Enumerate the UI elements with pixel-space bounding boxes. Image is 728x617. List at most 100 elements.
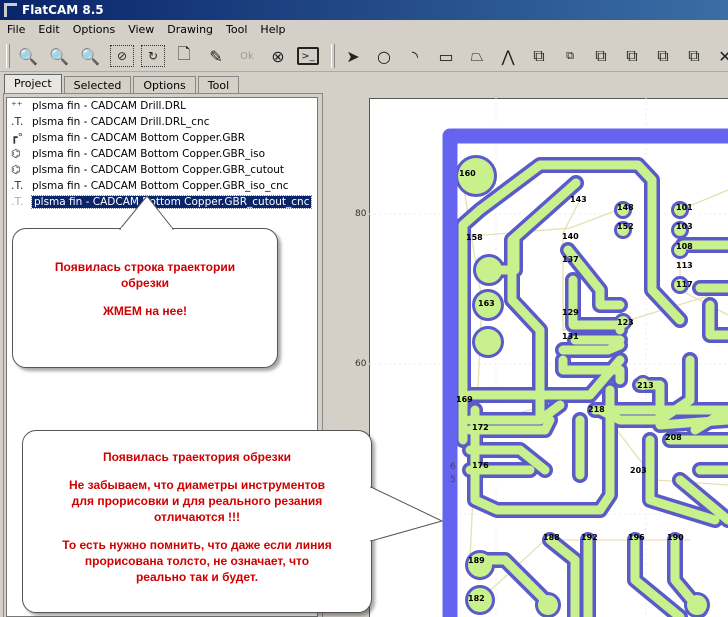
- callout-text: для прорисовки и для реального резания: [71, 494, 323, 508]
- menu-drawing[interactable]: Drawing: [160, 21, 219, 39]
- copy-icon[interactable]: ⧉: [558, 45, 582, 67]
- pad-label: 203: [630, 466, 647, 475]
- pad-label: 218: [588, 405, 605, 414]
- pad-label: 117: [676, 280, 693, 289]
- pad-label: 143: [570, 195, 587, 204]
- pad-label: 182: [468, 594, 485, 603]
- callout-cutout-path: Появилась траектория обрезки Не забываем…: [22, 430, 372, 613]
- callout-text: Появилась строка траектории: [54, 260, 236, 274]
- pad-label: 213: [637, 381, 654, 390]
- zoom-fit-icon[interactable]: 🔍: [16, 45, 40, 67]
- geometry-icon: ⌬: [11, 163, 21, 176]
- pad-label: 176: [472, 461, 489, 470]
- app-logo-icon: [4, 3, 17, 17]
- edit-geometry-icon[interactable]: ✎: [204, 45, 228, 67]
- zoom-out-icon[interactable]: 🔍: [47, 45, 71, 67]
- y-tick-label: 60: [355, 359, 367, 369]
- pad-label: 152: [617, 222, 634, 231]
- clear-plot-icon[interactable]: ⊘: [110, 45, 134, 67]
- callout-text: обрезки: [120, 276, 170, 290]
- cut-icon[interactable]: ⧉: [682, 45, 706, 67]
- list-item[interactable]: ⌬ plsma fin - CADCAM Bottom Copper.GBR_cu…: [7, 162, 317, 178]
- pad-label: 148: [617, 203, 634, 212]
- callout-text: Появилась траектория обрезки: [103, 450, 291, 464]
- arc-icon[interactable]: ◝: [403, 45, 427, 67]
- y-tick-label: 80: [355, 209, 367, 219]
- notebook-tabs: Project Selected Options Tool: [4, 74, 241, 93]
- tab-tool[interactable]: Tool: [197, 76, 240, 93]
- replot-icon[interactable]: ↻: [141, 45, 165, 67]
- pad-label: 113: [676, 261, 693, 270]
- toolbar: 🔍 🔍 🔍 ⊘ ↻ 🗋 ✎ Ok ⊗ >_ ➤ ○ ◝ ▭ ⏢ ⋀ ⧉ ⧉ ⧉ …: [0, 40, 728, 72]
- delete-shape-icon[interactable]: ✕: [713, 45, 728, 67]
- pad-label: 189: [468, 556, 485, 565]
- list-item[interactable]: .T. plsma fin - CADCAM Drill.DRL_cnc: [7, 114, 317, 130]
- pad-label: 103: [676, 222, 693, 231]
- tab-project[interactable]: Project: [4, 74, 62, 93]
- geometry-icon: ⌬: [11, 147, 21, 160]
- subtract-icon[interactable]: ⧉: [651, 45, 675, 67]
- menu-view[interactable]: View: [121, 21, 160, 39]
- list-item[interactable]: ⌬ plsma fin - CADCAM Bottom Copper.GBR_is…: [7, 146, 317, 162]
- callout-text: Не забываем, что диаметры инструментов: [68, 478, 326, 492]
- pad-label: 123: [617, 318, 634, 327]
- union-icon[interactable]: ⧉: [589, 45, 613, 67]
- new-project-icon[interactable]: 🗋: [172, 44, 196, 67]
- pad-label: 188: [543, 533, 560, 542]
- callout-text: То есть нужно помнить, что даже если лин…: [62, 538, 332, 552]
- pad-label: 208: [665, 433, 682, 442]
- pad-label: 160: [459, 169, 476, 178]
- path-icon[interactable]: ⋀: [496, 45, 520, 67]
- callout-select-cutout: Появилась строка траектории обрезки ЖМЕМ…: [12, 228, 278, 368]
- list-item[interactable]: .T. plsma fin - CADCAM Bottom Copper.GBR_…: [7, 178, 317, 194]
- pad-label: 131: [562, 332, 579, 341]
- callout-text: отличаются !!!: [153, 510, 241, 524]
- callout-pointer: [118, 195, 175, 230]
- move-icon[interactable]: ⧉: [527, 45, 551, 67]
- menu-tool[interactable]: Tool: [219, 21, 253, 39]
- cnc-icon: .T.: [11, 179, 24, 192]
- menu-file[interactable]: File: [0, 21, 31, 39]
- cnc-icon: .T.: [11, 115, 24, 128]
- zoom-in-icon[interactable]: 🔍: [78, 45, 102, 67]
- list-item[interactable]: ┏° plsma fin - CADCAM Bottom Copper.GBR: [7, 130, 317, 146]
- select-icon[interactable]: ➤: [341, 45, 365, 67]
- pad-label: 108: [676, 242, 693, 251]
- pad-label: 169: [456, 395, 473, 404]
- toolbar-grip[interactable]: [331, 44, 335, 68]
- title-bar: FlatCAM 8.5: [0, 0, 728, 20]
- callout-text: прорисована толсто, не означает, что: [84, 554, 310, 568]
- list-item[interactable]: ⁺⁺ plsma fin - CADCAM Drill.DRL: [7, 98, 317, 114]
- pad-label: 163: [478, 299, 495, 308]
- side-label: 5: [450, 475, 456, 485]
- polygon-icon[interactable]: ⏢: [465, 45, 489, 67]
- menu-options[interactable]: Options: [66, 21, 121, 39]
- gerber-icon: ┏°: [11, 131, 24, 144]
- menu-bar: File Edit Options View Drawing Tool Help: [0, 21, 292, 39]
- menu-help[interactable]: Help: [253, 21, 291, 39]
- pad-label: 192: [581, 533, 598, 542]
- menu-edit[interactable]: Edit: [31, 21, 65, 39]
- tab-selected[interactable]: Selected: [63, 76, 132, 93]
- tab-options[interactable]: Options: [133, 76, 196, 93]
- pad-label: 196: [628, 533, 645, 542]
- cnc-icon: .T.: [11, 195, 24, 208]
- window-title: FlatCAM 8.5: [22, 3, 104, 17]
- excellon-icon: ⁺⁺: [11, 99, 23, 112]
- pad-label: 101: [676, 203, 693, 212]
- pad-label: 190: [667, 533, 684, 542]
- update-geometry-icon[interactable]: Ok: [235, 45, 259, 67]
- rectangle-icon[interactable]: ▭: [434, 45, 458, 67]
- callout-text: реально так и будет.: [135, 570, 259, 584]
- toolbar-grip[interactable]: [6, 44, 10, 68]
- callout-text: ЖМЕМ на нее!: [102, 304, 188, 318]
- intersection-icon[interactable]: ⧉: [620, 45, 644, 67]
- shell-icon[interactable]: >_: [297, 47, 319, 65]
- side-label: 6: [450, 462, 456, 472]
- delete-object-icon[interactable]: ⊗: [266, 45, 290, 67]
- pad-label: 140: [562, 232, 579, 241]
- circle-icon[interactable]: ○: [372, 45, 396, 67]
- pad-label: 158: [466, 233, 483, 242]
- pad-label: 172: [472, 423, 489, 432]
- callout-pointer: [370, 486, 444, 542]
